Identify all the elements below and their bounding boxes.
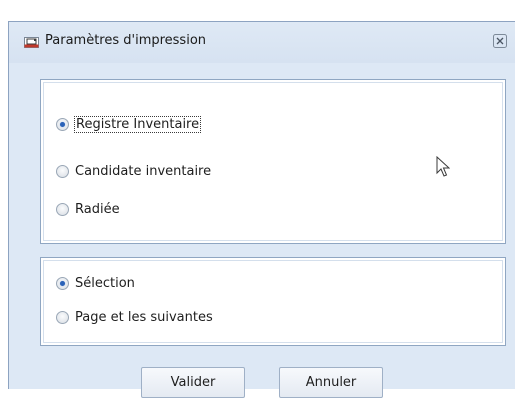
close-icon[interactable]	[492, 33, 508, 49]
radio-label: Sélection	[75, 276, 135, 291]
radio-registre-inventaire[interactable]: Registre Inventaire	[56, 116, 202, 133]
print-range-group: Sélection Page et les suivantes	[40, 257, 506, 346]
radio-radiee[interactable]: Radiée	[56, 202, 120, 217]
radio-selected-icon[interactable]	[56, 277, 69, 290]
dialog-title: Paramètres d'impression	[45, 33, 207, 48]
radio-label: Registre Inventaire	[73, 116, 202, 133]
radio-selected-icon[interactable]	[56, 118, 69, 131]
radio-page-et-suivantes[interactable]: Page et les suivantes	[56, 310, 213, 325]
radio-unselected-icon[interactable]	[56, 311, 69, 324]
radio-candidate-inventaire[interactable]: Candidate inventaire	[56, 164, 211, 179]
cancel-button[interactable]: Annuler	[279, 367, 383, 398]
title-bar: Paramètres d'impression	[9, 22, 515, 63]
print-settings-dialog: Paramètres d'impression Registre Inventa…	[8, 21, 515, 398]
print-settings-icon	[24, 37, 39, 48]
radio-label: Candidate inventaire	[75, 164, 212, 179]
radio-selection[interactable]: Sélection	[56, 276, 135, 291]
mouse-pointer-icon	[436, 156, 450, 177]
radio-label: Page et les suivantes	[75, 310, 213, 325]
radio-unselected-icon[interactable]	[56, 203, 69, 216]
radio-unselected-icon[interactable]	[56, 165, 69, 178]
validate-button[interactable]: Valider	[141, 367, 245, 398]
radio-label: Radiée	[75, 202, 120, 217]
